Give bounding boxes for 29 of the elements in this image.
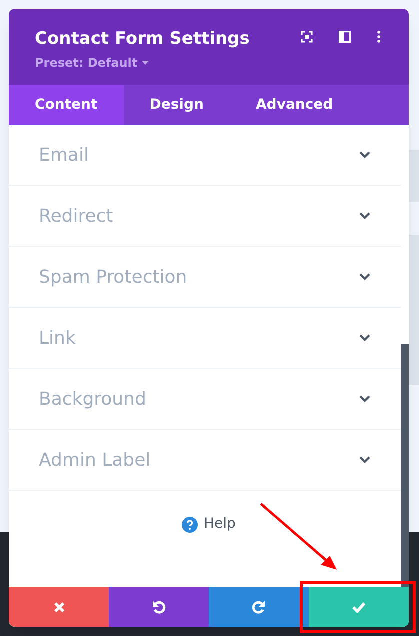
close-icon: [54, 602, 64, 612]
section-toggle[interactable]: Email: [9, 125, 401, 186]
chevron-icon: [359, 456, 371, 464]
panel-title: Contact Form Settings: [35, 28, 251, 51]
chevron-icon: [359, 395, 371, 403]
undo-button[interactable]: [109, 587, 209, 627]
section-toggle[interactable]: Redirect: [9, 186, 401, 247]
expand-icon[interactable]: [301, 31, 313, 43]
undo-icon: [152, 600, 166, 614]
tab[interactable]: Design: [124, 85, 230, 125]
redo-button[interactable]: [209, 587, 309, 627]
section-toggle[interactable]: Link: [9, 308, 401, 369]
preset-dropdown[interactable]: Preset: Default: [35, 54, 149, 72]
scrollbar[interactable]: [401, 344, 409, 587]
more-options-icon[interactable]: [377, 31, 381, 43]
help-icon: [182, 516, 198, 532]
help-link[interactable]: Help: [182, 514, 236, 535]
sidebar-layout-icon[interactable]: [339, 31, 351, 43]
tab[interactable]: Advanced: [230, 85, 360, 125]
checkmark-icon: [352, 602, 366, 612]
redo-icon: [252, 600, 266, 614]
chevron-icon: [359, 273, 371, 281]
chevron-icon: [359, 334, 371, 342]
tab[interactable]: Content: [9, 85, 124, 125]
chevron-icon: [359, 151, 371, 159]
caret-icon: [142, 61, 149, 65]
section-toggle[interactable]: Spam Protection: [9, 247, 401, 308]
background-panel: [409, 150, 419, 202]
chevron-icon: [359, 212, 371, 220]
